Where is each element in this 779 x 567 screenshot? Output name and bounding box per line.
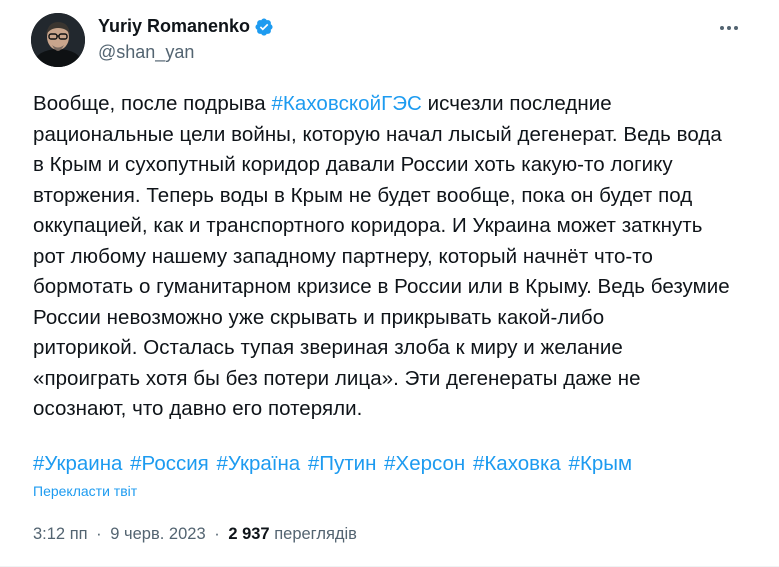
hashtag-link[interactable]: #Херсон: [384, 452, 465, 475]
hashtag-link[interactable]: #Україна: [217, 452, 301, 475]
author-display-name[interactable]: Yuriy Romanenko: [98, 16, 250, 37]
author-handle[interactable]: @shan_yan: [98, 42, 194, 63]
views-label: переглядів: [274, 525, 357, 543]
tweet-text-line: осознают, что давно его потеряли.: [33, 394, 753, 425]
meta-separator: ·: [214, 525, 220, 543]
tweet-text-segment: рациональные цели войны, которую начал л…: [33, 122, 722, 146]
hashtag-link[interactable]: #Крым: [569, 452, 633, 475]
tweet-text-line: «проиграть хотя бы без потери лица». Эти…: [33, 364, 753, 395]
views-count[interactable]: 2 937: [228, 525, 269, 543]
tweet-text-line: в Крым и сухопутный коридор давали Росси…: [33, 150, 753, 181]
tweet-text-line: рот любому нашему западному партнеру, ко…: [33, 242, 753, 273]
tweet-text-line: Вообще, после подрыва #КаховскойГЭС исче…: [33, 89, 753, 120]
tweet-text-line: оккупацией, как и транспортного коридора…: [33, 211, 753, 242]
tweet-text-segment: «проиграть хотя бы без потери лица». Эти…: [33, 366, 641, 390]
tweet-text-segment: оккупацией, как и транспортного коридора…: [33, 214, 703, 237]
verified-badge-icon: [254, 17, 274, 37]
tweet-text-segment: в Крым и сухопутный коридор давали Росси…: [33, 153, 673, 176]
tweet-time[interactable]: 3:12 пп: [33, 525, 88, 543]
meta-separator: ·: [96, 525, 102, 543]
hashtag-link[interactable]: #Украина: [33, 452, 122, 475]
tweet-meta: 3:12 пп · 9 черв. 2023 · 2 937 перегляді…: [33, 525, 357, 544]
tweet-text-line: рациональные цели войны, которую начал л…: [33, 120, 753, 151]
tweet-text-segment: бормотать о гуманитарном кризисе в Росси…: [33, 275, 730, 298]
hashtag-link[interactable]: #Каховка: [473, 452, 561, 475]
author-name-row[interactable]: Yuriy Romanenko: [98, 16, 274, 37]
tweet-text-line: бормотать о гуманитарном кризисе в Росси…: [33, 272, 753, 303]
tweet-text-segment: вторжения. Теперь воды в Крым не будет в…: [33, 183, 693, 207]
translate-tweet-link[interactable]: Перекласти твіт: [33, 483, 137, 499]
tweet-text-segment: рот любому нашему западному партнеру, ко…: [33, 244, 653, 268]
tweet-text-line: России невозможно уже скрывать и прикрыв…: [33, 303, 753, 334]
tweet-text-line: риторикой. Осталась тупая звериная злоба…: [33, 333, 753, 364]
tweet-text-line: вторжения. Теперь воды в Крым не будет в…: [33, 181, 753, 212]
more-horizontal-icon: [720, 26, 738, 30]
tweet-text-segment: Вообще, после подрыва: [33, 92, 272, 115]
tweet-text-segment: России невозможно уже скрывать и прикрыв…: [33, 305, 605, 329]
avatar-photo: [31, 13, 85, 67]
tweet-text-segment: осознают, что давно его потеряли.: [33, 397, 363, 420]
tweet-date[interactable]: 9 черв. 2023: [110, 525, 205, 543]
avatar[interactable]: [31, 13, 85, 67]
hashtag-link[interactable]: #Россия: [130, 452, 209, 475]
tweet-text-segment: исчезли последние: [421, 92, 612, 115]
tweet-text-segment: риторикой. Осталась тупая звериная злоба…: [33, 336, 623, 359]
hashtag-link[interactable]: #КаховскойГЭС: [271, 92, 421, 115]
tweet-text: Вообще, после подрыва #КаховскойГЭС исче…: [33, 89, 753, 425]
tweet: Yuriy Romanenko @shan_yan Вообще, после …: [0, 0, 779, 567]
hashtag-list: #Украина #Россия #Україна #Путин #Херсон…: [33, 449, 634, 479]
more-options-button[interactable]: [712, 14, 746, 42]
hashtag-link[interactable]: #Путин: [308, 452, 377, 475]
